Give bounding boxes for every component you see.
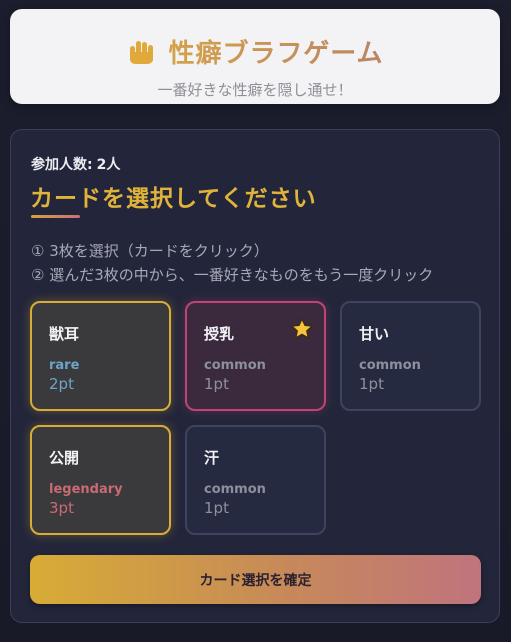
player-count-label: 参加人数:	[31, 157, 93, 173]
header-title-row: 性癖ブラフゲーム	[10, 33, 500, 70]
card-amai[interactable]: 甘い common 1pt	[340, 301, 481, 411]
card-points: 1pt	[204, 499, 229, 517]
card-points: 1pt	[204, 375, 229, 393]
app-header: 性癖ブラフゲーム 一番好きな性癖を隠し通せ！	[10, 9, 500, 104]
instruction-step-1: ① 3枚を選択（カードをクリック）	[31, 242, 269, 260]
card-kemomimi[interactable]: 獣耳 rare 2pt	[30, 301, 171, 411]
confirm-selection-button[interactable]: カード選択を確定	[30, 555, 481, 604]
app-subtitle: 一番好きな性癖を隠し通せ！	[157, 81, 353, 99]
card-kokai[interactable]: 公開 legendary 3pt	[30, 425, 171, 535]
card-rarity: rare	[49, 358, 80, 373]
card-name: 公開	[49, 449, 80, 467]
card-points: 1pt	[359, 375, 384, 393]
card-rarity: common	[204, 482, 266, 497]
star-icon	[291, 318, 313, 339]
app-title: 性癖ブラフゲーム	[169, 33, 384, 70]
hand-icon	[129, 40, 153, 64]
instruction-step-2: ② 選んだ3枚の中から、一番好きなものをもう一度クリック	[31, 266, 434, 284]
page-title: カードを選択してください	[30, 186, 317, 212]
card-rarity: common	[359, 358, 421, 373]
card-points: 3pt	[49, 499, 74, 517]
card-name: 獣耳	[49, 325, 80, 343]
card-name: 汗	[204, 449, 220, 467]
card-points: 2pt	[49, 375, 74, 393]
card-ase[interactable]: 汗 common 1pt	[185, 425, 326, 535]
page: 性癖ブラフゲーム 一番好きな性癖を隠し通せ！ 参加人数: 2人 カードを選択してく…	[0, 0, 511, 642]
card-rarity: common	[204, 358, 266, 373]
card-name: 甘い	[359, 325, 390, 343]
player-count: 参加人数: 2人	[31, 154, 120, 174]
card-selection-panel: 参加人数: 2人 カードを選択してください ① 3枚を選択（カードをクリック） ②…	[10, 129, 500, 623]
card-junyu[interactable]: 授乳 common 1pt	[185, 301, 326, 411]
player-count-value: 2人	[96, 157, 121, 173]
card-rarity: legendary	[49, 482, 123, 497]
title-underline	[31, 215, 80, 218]
